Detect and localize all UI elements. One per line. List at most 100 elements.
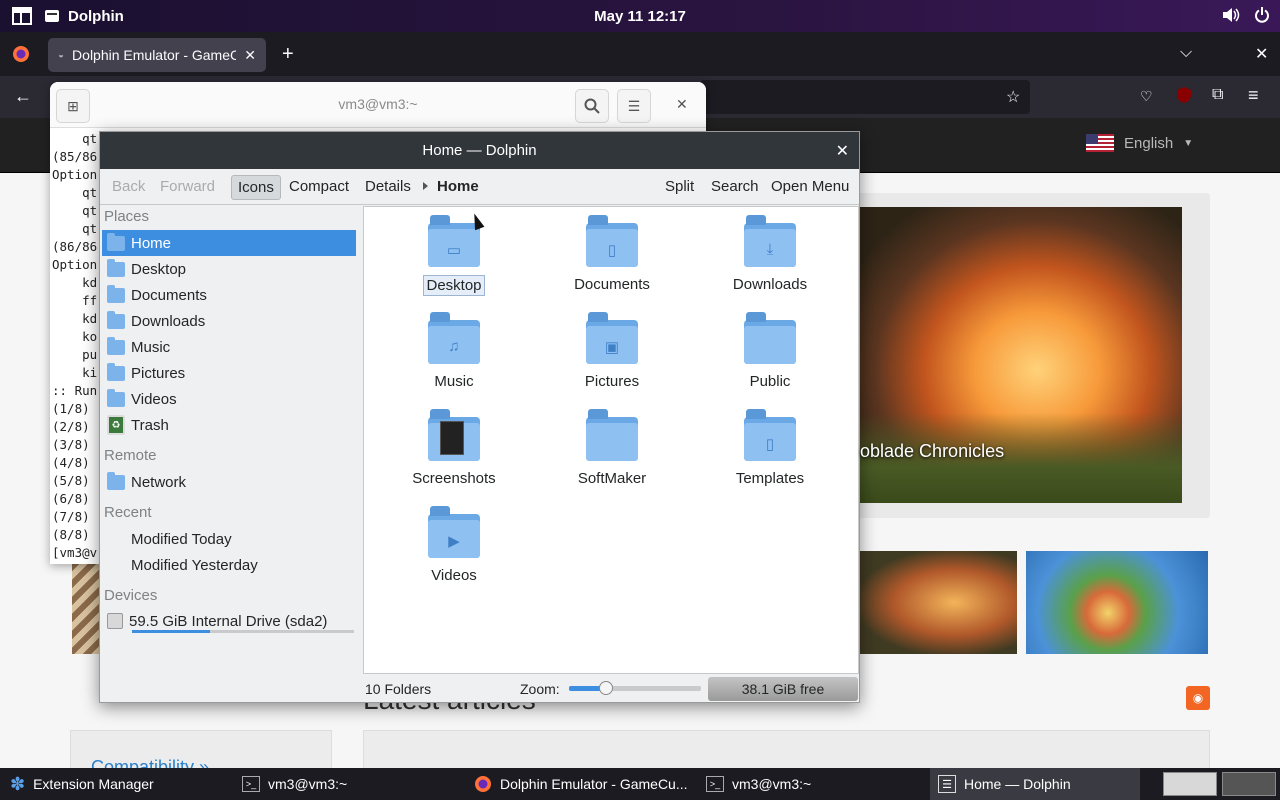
sidebar-item-home[interactable]: Home [102, 230, 356, 256]
firefox-tab-strip: ◒ Dolphin Emulator - GameCube/Wii Emulat… [0, 32, 1280, 76]
bookmark-star-icon[interactable]: ☆ [1006, 87, 1020, 107]
music-folder-icon: ♫ [428, 312, 480, 364]
app-name: Dolphin [68, 7, 124, 25]
compatibility-link[interactable]: Compatibility » [91, 757, 209, 768]
workspace-1[interactable] [1163, 772, 1217, 796]
file-view[interactable]: ▭ Desktop ▯ Documents ⤓ Downloads ♫ Musi… [363, 206, 859, 674]
folder-item-videos[interactable]: ▶ Videos [394, 506, 514, 585]
pocket-icon[interactable]: ♡ [1140, 88, 1153, 105]
task-terminal-1[interactable]: >_ vm3@vm3:~ [242, 768, 347, 800]
places-panel: Places Home Desktop Documents Downloads … [101, 206, 361, 701]
folder-label: Downloads [732, 276, 808, 293]
back-arrow-icon[interactable]: ← [14, 86, 32, 107]
folder-item-templates[interactable]: ▯ Templates [710, 409, 830, 488]
terminal-line: Option [52, 167, 98, 182]
new-tab-icon[interactable]: + [282, 43, 294, 66]
workspace-2[interactable] [1222, 772, 1276, 796]
sidebar-item-label: Downloads [131, 312, 206, 330]
terminal-line: Option [52, 257, 98, 272]
sidebar-item-modified-yesterday[interactable]: Modified Yesterday [102, 552, 356, 578]
volume-icon[interactable] [1222, 7, 1240, 26]
extensions-icon[interactable]: ⧉ [1212, 86, 1223, 104]
zoom-slider-handle[interactable] [599, 681, 613, 695]
task-terminal-2[interactable]: >_ vm3@vm3:~ [706, 768, 811, 800]
terminal-line: (4/8) [52, 455, 90, 470]
back-button[interactable]: Back [106, 175, 151, 198]
zoom-label: Zoom: [520, 681, 560, 697]
softmaker-folder-icon [586, 409, 638, 461]
folder-item-documents[interactable]: ▯ Documents [552, 215, 672, 294]
folder-item-pictures[interactable]: ▣ Pictures [552, 312, 672, 391]
folder-label: Screenshots [412, 470, 496, 487]
terminal-icon: >_ [242, 776, 260, 792]
window-close-icon[interactable]: ✕ [1255, 44, 1268, 64]
open-menu-button[interactable]: Open Menu [765, 175, 855, 198]
task-dolphin[interactable]: ☰ Home — Dolphin [930, 768, 1140, 800]
sidebar-item-modified-today[interactable]: Modified Today [102, 526, 356, 552]
folder-item-screenshots[interactable]: Screenshots [394, 409, 514, 488]
folder-item-desktop[interactable]: ▭ Desktop [394, 215, 514, 296]
language-label: English [1124, 134, 1174, 152]
folder-item-downloads[interactable]: ⤓ Downloads [710, 215, 830, 294]
hamburger-menu-icon[interactable]: ≡ [1248, 85, 1259, 106]
ublock-icon[interactable] [1176, 86, 1192, 109]
search-button[interactable] [575, 89, 609, 123]
tab-dolphin-emulator[interactable]: ◒ Dolphin Emulator - GameCube/Wii Emulat… [48, 38, 266, 72]
compact-view-button[interactable]: Compact [283, 175, 355, 198]
icons-view-button[interactable]: Icons [231, 175, 281, 200]
thumbnail-image[interactable] [1026, 551, 1208, 654]
forward-button[interactable]: Forward [154, 175, 221, 198]
hero-caption[interactable]: oblade Chronicles [860, 441, 1004, 462]
search-button[interactable]: Search [705, 175, 765, 198]
folder-label: SoftMaker [577, 470, 647, 487]
task-firefox[interactable]: Dolphin Emulator - GameCu... [474, 768, 688, 800]
clock[interactable]: May 11 12:17 [0, 8, 1280, 25]
menu-button[interactable]: ☰ [617, 89, 651, 123]
documents-folder-icon [107, 284, 125, 303]
task-label: vm3@vm3:~ [268, 776, 348, 792]
rss-icon[interactable]: ◉ [1186, 686, 1210, 710]
folder-item-music[interactable]: ♫ Music [394, 312, 514, 391]
folder-item-softmaker[interactable]: SoftMaker [552, 409, 672, 488]
zoom-slider[interactable] [569, 681, 701, 695]
terminal-line: (3/8) [52, 437, 90, 452]
drive-usage-bar [132, 630, 354, 633]
caret-down-icon: ▼ [1183, 137, 1194, 149]
firefox-logo-icon[interactable] [12, 45, 30, 68]
sidebar-item-trash[interactable]: ♻ Trash [102, 412, 356, 438]
power-icon[interactable] [1254, 6, 1270, 26]
dolphin-titlebar[interactable]: Home — Dolphin ✕ [100, 132, 859, 169]
free-space-indicator[interactable]: 38.1 GiB free [708, 677, 858, 701]
sidebar-item-desktop[interactable]: Desktop [102, 256, 356, 282]
app-menu[interactable]: Dolphin [44, 8, 124, 25]
downloads-folder-icon: ⤓ [744, 215, 796, 267]
activities-icon[interactable] [0, 0, 44, 32]
sidebar-item-documents[interactable]: Documents [102, 282, 356, 308]
sidebar-item-music[interactable]: Music [102, 334, 356, 360]
breadcrumb-home[interactable]: Home [431, 175, 485, 198]
language-selector[interactable]: English ▼ [1086, 134, 1193, 152]
tab-list-chevron-icon[interactable]: ⌵ [1180, 44, 1192, 62]
split-button[interactable]: Split [659, 175, 700, 198]
dolphin-icon: ☰ [938, 775, 956, 793]
sidebar-item-pictures[interactable]: Pictures [102, 360, 356, 386]
thumbnail-image[interactable] [860, 551, 1017, 654]
task-extension-manager[interactable]: ✽ Extension Manager [10, 768, 154, 800]
thumbnail-image[interactable] [72, 563, 100, 654]
terminal-line: (7/8) [52, 509, 90, 524]
documents-folder-icon: ▯ [586, 215, 638, 267]
system-tray[interactable] [1222, 0, 1270, 32]
folder-item-public[interactable]: Public [710, 312, 830, 391]
tab-close-icon[interactable]: ✕ [244, 47, 256, 64]
sidebar-item-downloads[interactable]: Downloads [102, 308, 356, 334]
task-label: Extension Manager [33, 776, 154, 792]
close-icon[interactable]: ✕ [676, 96, 688, 113]
sidebar-item-network[interactable]: Network [102, 469, 356, 495]
terminal-output[interactable]: qt (85/86 Option qt qt qt (86/86 Option kd f… [52, 130, 97, 562]
details-view-button[interactable]: Details [359, 175, 417, 198]
url-bar[interactable]: ☆ [700, 80, 1030, 114]
close-icon[interactable]: ✕ [836, 141, 849, 161]
sidebar-item-label: Desktop [131, 260, 187, 278]
dolphin-toolbar: Back Forward Icons Compact Details Home … [100, 169, 859, 205]
sidebar-item-videos[interactable]: Videos [102, 386, 356, 412]
